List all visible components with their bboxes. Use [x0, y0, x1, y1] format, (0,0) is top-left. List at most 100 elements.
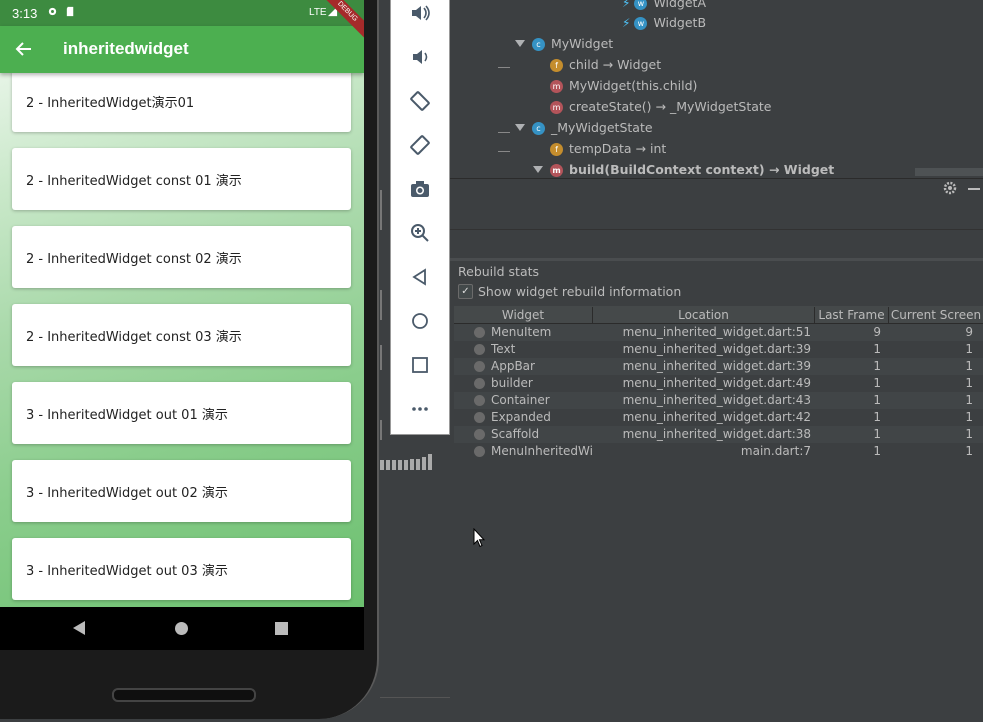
emulator-overview-icon[interactable]: [409, 354, 431, 376]
table-header: Widget Location Last Frame Current Scree…: [454, 306, 983, 324]
rebuild-stats-title: Rebuild stats: [458, 264, 540, 279]
gear-icon[interactable]: [943, 181, 957, 195]
nav-home-icon[interactable]: [175, 622, 188, 635]
tree-item[interactable]: ⚡ w WidgetB: [622, 12, 706, 33]
tree-item-label: createState() → _MyWidgetState: [569, 99, 772, 114]
volume-up-icon[interactable]: [409, 2, 431, 24]
zoom-icon[interactable]: [409, 222, 431, 244]
status-bar: 3:13 LTE: [0, 0, 364, 26]
column-header-current-screen[interactable]: Current Screen: [889, 307, 983, 323]
table-row[interactable]: MenuItem menu_inherited_widget.dart:51 9 9: [454, 324, 983, 341]
tree-item-label: build(BuildContext context) → Widget: [569, 162, 835, 177]
cell-location: menu_inherited_widget.dart:39: [622, 359, 811, 373]
cell-widget: Text: [491, 342, 516, 356]
card-list: 2 - InheritedWidget演示01 2 - InheritedWid…: [0, 73, 364, 607]
table-row[interactable]: Scaffold menu_inherited_widget.dart:38 1 1: [454, 426, 983, 443]
cell-current-screen: 1: [965, 342, 973, 356]
structure-panel: ⚡ w WidgetA ⚡ w WidgetB c MyWidget f child → W…: [450, 0, 983, 178]
card-label: 3 - InheritedWidget out 02 演示: [26, 486, 228, 501]
list-card[interactable]: 3 - InheritedWidget out 01 演示: [12, 382, 351, 444]
back-arrow-icon[interactable]: [14, 39, 34, 59]
column-header-location[interactable]: Location: [593, 307, 815, 323]
column-header-widget[interactable]: Widget: [454, 307, 593, 323]
method-icon: m: [550, 80, 563, 93]
cell-current-screen: 1: [965, 410, 973, 424]
gutter-mark: [498, 132, 510, 133]
emulator-back-icon[interactable]: [409, 266, 431, 288]
gutter-mark: [498, 151, 510, 152]
card-label: 2 - InheritedWidget const 02 演示: [26, 252, 242, 267]
tree-item[interactable]: m createState() → _MyWidgetState: [550, 96, 771, 117]
phone-screen: 3:13 LTE inheritedwidget DEBUG 2 - Inher…: [0, 0, 364, 607]
expand-triangle-icon[interactable]: [515, 40, 525, 47]
horizontal-scrollbar[interactable]: [915, 168, 983, 176]
flutter-icon: ⚡: [622, 0, 631, 10]
cell-location: menu_inherited_widget.dart:39: [622, 342, 811, 356]
minimize-icon[interactable]: [968, 188, 980, 190]
card-label: 3 - InheritedWidget out 01 演示: [26, 408, 228, 423]
cell-last-frame: 1: [873, 359, 881, 373]
settings-icon: [48, 7, 57, 16]
emulator-home-icon[interactable]: [409, 310, 431, 332]
list-card[interactable]: 3 - InheritedWidget out 02 演示: [12, 460, 351, 522]
tree-item-label: WidgetA: [653, 0, 707, 10]
card-label: 2 - InheritedWidget const 03 演示: [26, 330, 242, 345]
gutter-mark: [380, 290, 382, 320]
cell-last-frame: 1: [873, 427, 881, 441]
status-time: 3:13: [12, 6, 38, 21]
nav-recents-icon[interactable]: [275, 622, 288, 635]
tree-item-label: MyWidget: [551, 36, 614, 51]
method-icon: m: [550, 164, 563, 177]
panel-toolbar: [450, 203, 983, 230]
android-nav-bar: [0, 607, 364, 650]
expand-triangle-icon[interactable]: [533, 166, 543, 173]
performance-meter: [380, 454, 432, 470]
method-icon: m: [550, 101, 563, 114]
phone-emulator: 3:13 LTE inheritedwidget DEBUG 2 - Inher…: [0, 0, 379, 719]
emulator-toolbar: [390, 0, 450, 435]
table-row[interactable]: Text menu_inherited_widget.dart:39 1 1: [454, 341, 983, 358]
rebuild-status-icon: [474, 344, 485, 355]
tree-item[interactable]: c _MyWidgetState: [532, 117, 653, 138]
rebuild-status-icon: [474, 395, 485, 406]
table-row[interactable]: AppBar menu_inherited_widget.dart:39 1 1: [454, 358, 983, 375]
expand-triangle-icon[interactable]: [515, 124, 525, 131]
rotate-right-icon[interactable]: [409, 134, 431, 156]
cell-current-screen: 1: [965, 393, 973, 407]
card-label: 2 - InheritedWidget演示01: [26, 96, 195, 111]
list-card[interactable]: 2 - InheritedWidget const 03 演示: [12, 304, 351, 366]
table-row[interactable]: Container menu_inherited_widget.dart:43 1 1: [454, 392, 983, 409]
divider: [380, 697, 450, 698]
tree-item[interactable]: m build(BuildContext context) → Widget: [550, 159, 834, 180]
list-card[interactable]: 3 - InheritedWidget out 03 演示: [12, 538, 351, 600]
table-row[interactable]: builder menu_inherited_widget.dart:49 1 1: [454, 375, 983, 392]
cell-location: menu_inherited_widget.dart:38: [622, 427, 811, 441]
volume-down-icon[interactable]: [409, 46, 431, 68]
cell-location: menu_inherited_widget.dart:49: [622, 376, 811, 390]
show-rebuild-checkbox[interactable]: ✓: [458, 284, 473, 299]
nav-back-icon[interactable]: [72, 621, 86, 635]
list-card[interactable]: 2 - InheritedWidget const 01 演示: [12, 148, 351, 210]
table-row[interactable]: MenuInheritedWi main.dart:7 1 1: [454, 443, 983, 460]
table-row[interactable]: Expanded menu_inherited_widget.dart:42 1 1: [454, 409, 983, 426]
class-icon: c: [532, 38, 545, 51]
cell-last-frame: 1: [873, 342, 881, 356]
tree-item[interactable]: c MyWidget: [532, 33, 613, 54]
column-header-last-frame[interactable]: Last Frame: [815, 307, 889, 323]
widget-icon: w: [634, 17, 648, 30]
cell-last-frame: 1: [873, 376, 881, 390]
show-rebuild-label: Show widget rebuild information: [478, 284, 682, 299]
list-card[interactable]: 2 - InheritedWidget演示01: [12, 73, 351, 132]
tree-item[interactable]: m MyWidget(this.child): [550, 75, 697, 96]
camera-icon[interactable]: [409, 178, 431, 200]
list-card[interactable]: 2 - InheritedWidget const 02 演示: [12, 226, 351, 288]
more-icon[interactable]: [409, 398, 431, 420]
tree-item[interactable]: f child → Widget: [550, 54, 661, 75]
rotate-left-icon[interactable]: [409, 90, 431, 112]
rebuild-status-icon: [474, 429, 485, 440]
mouse-cursor-icon: [473, 528, 485, 548]
cell-widget: AppBar: [491, 359, 535, 373]
cell-widget: Expanded: [491, 410, 551, 424]
tree-item[interactable]: f tempData → int: [550, 138, 666, 159]
gutter-mark: [380, 345, 382, 370]
